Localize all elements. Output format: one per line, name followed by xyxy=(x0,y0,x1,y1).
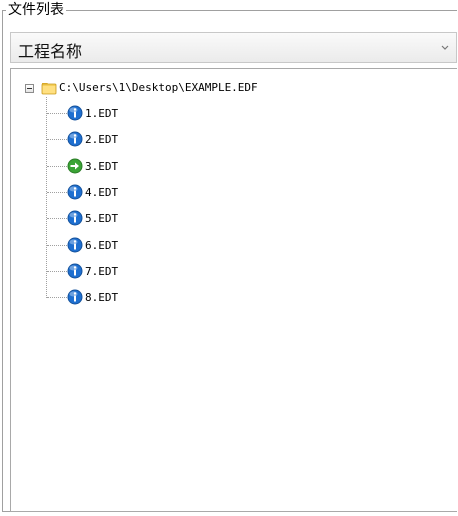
tree-connector xyxy=(47,244,67,246)
tree-connector xyxy=(47,270,67,272)
tree-item-label[interactable]: 2.EDT xyxy=(85,133,118,147)
tree-item-label[interactable]: 7.EDT xyxy=(85,265,118,279)
tree-connector xyxy=(46,97,47,298)
groupbox-title: 文件列表 xyxy=(6,2,66,18)
tree-item-label[interactable]: 4.EDT xyxy=(85,186,118,200)
green-arrow-icon xyxy=(67,158,83,174)
info-icon xyxy=(67,131,83,147)
dropdown-selected-value: 工程名称 xyxy=(18,42,83,61)
info-icon xyxy=(67,105,83,121)
info-icon xyxy=(67,184,83,200)
folder-icon xyxy=(41,83,57,95)
info-icon xyxy=(67,210,83,226)
file-tree[interactable]: C:\Users\1\Desktop\EXAMPLE.EDF 1.EDT 2.ED… xyxy=(10,68,457,512)
tree-item-label[interactable]: 6.EDT xyxy=(85,239,118,253)
collapse-toggle[interactable] xyxy=(25,84,34,93)
info-icon xyxy=(67,289,83,305)
tree-root-label[interactable]: C:\Users\1\Desktop\EXAMPLE.EDF xyxy=(59,81,258,95)
info-icon xyxy=(67,263,83,279)
tree-item-label[interactable]: 1.EDT xyxy=(85,107,118,121)
tree-connector xyxy=(47,191,67,193)
tree-connector xyxy=(47,165,67,167)
tree-connector xyxy=(47,218,67,220)
tree-item-label[interactable]: 5.EDT xyxy=(85,212,118,226)
chevron-down-icon[interactable] xyxy=(439,41,451,53)
tree-connector xyxy=(47,139,67,141)
info-icon xyxy=(67,237,83,252)
project-name-dropdown[interactable]: 工程名称 xyxy=(10,32,457,63)
tree-item-label[interactable]: 8.EDT xyxy=(85,291,118,305)
tree-item-label[interactable]: 3.EDT xyxy=(85,160,118,174)
tree-connector xyxy=(47,113,67,114)
tree-connector xyxy=(47,297,67,299)
